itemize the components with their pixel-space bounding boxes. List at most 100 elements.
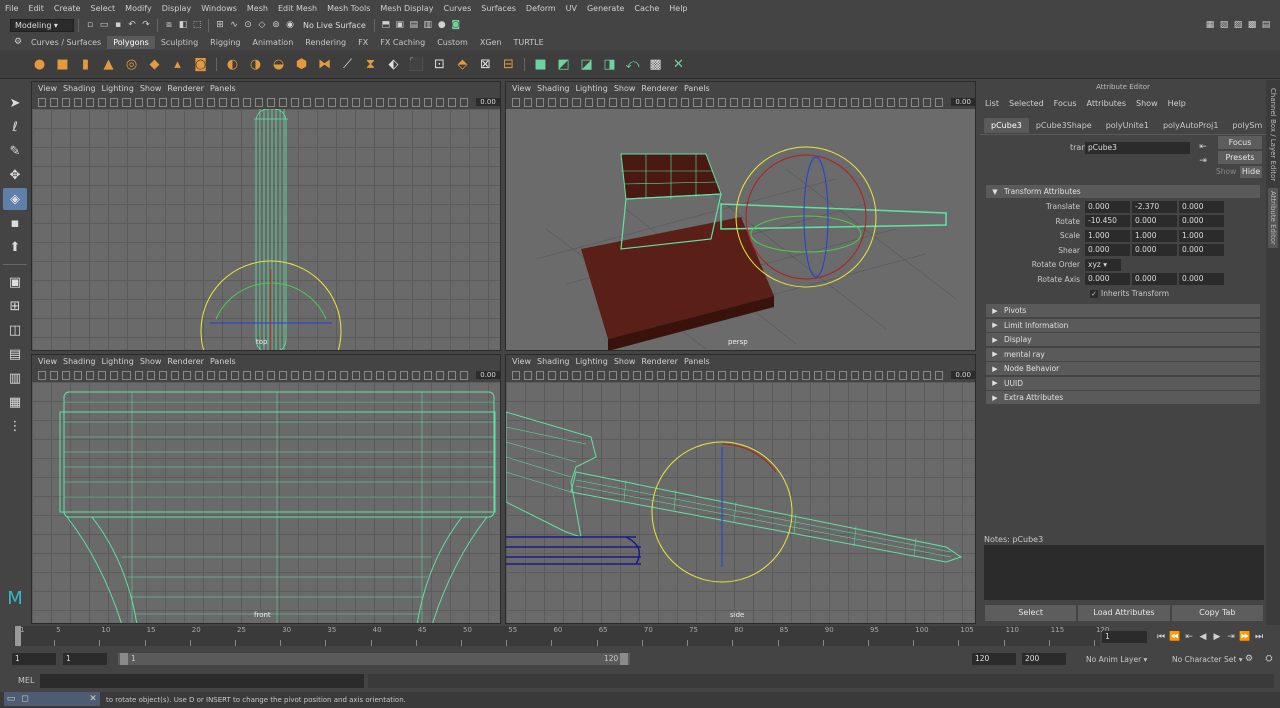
graph-layout-icon[interactable]: ▥ <box>3 367 27 389</box>
auto-map-icon[interactable]: ◨ <box>600 55 619 74</box>
spherical-map-icon[interactable]: ◪ <box>577 55 596 74</box>
section-node-behavior[interactable]: ▶ Node Behavior <box>986 362 1260 375</box>
select-hierarchy-icon[interactable]: ⧈ <box>163 19 175 31</box>
section-uuid[interactable]: ▶ UUID <box>986 376 1260 390</box>
shelf-tab-fx[interactable]: FX <box>352 36 374 49</box>
mode-dropdown[interactable]: Modeling ▾ <box>10 18 74 32</box>
channel-box-tab[interactable]: Channel Box / Layer Editor <box>1269 88 1277 181</box>
viewport-menu-panels[interactable]: Panels <box>684 357 710 366</box>
section-transform-attributes[interactable]: ▼ Transform Attributes <box>986 185 1260 198</box>
playback-start-field[interactable]: 1 <box>63 653 107 665</box>
select-object-icon[interactable]: ◧ <box>177 19 189 31</box>
ae-menu-focus[interactable]: Focus <box>1054 99 1077 108</box>
snap-curve-icon[interactable]: ∿ <box>228 19 240 31</box>
toggle-panel-icon-2[interactable]: ▧ <box>1218 19 1230 31</box>
menu-select[interactable]: Select <box>90 4 115 13</box>
shelf-tab-animation[interactable]: Animation <box>246 36 299 49</box>
viewport-menu-renderer[interactable]: Renderer <box>641 357 678 366</box>
rotate-axis-x-field[interactable]: 0.000 <box>1085 273 1130 286</box>
scale-y-field[interactable]: 1.000 <box>1132 229 1177 242</box>
menu-file[interactable]: File <box>5 4 18 13</box>
redo-icon[interactable]: ↷ <box>140 19 152 31</box>
menu-mesh-display[interactable]: Mesh Display <box>380 4 433 13</box>
more-layouts-icon[interactable]: ⋮ <box>3 415 27 437</box>
poly-cube-icon[interactable]: ■ <box>53 55 72 74</box>
viewport-menu-view[interactable]: View <box>512 84 531 93</box>
rotate-tool-icon[interactable]: ◈ <box>3 188 27 210</box>
render-view-icon[interactable]: ◙ <box>450 19 462 31</box>
poly-pyramid-icon[interactable]: ▴ <box>168 55 187 74</box>
minimized-window[interactable]: ▭ ◻ ✕ <box>4 692 100 706</box>
go-to-output-icon[interactable]: ⇥ <box>1197 155 1209 167</box>
viewport-menu-view[interactable]: View <box>512 357 531 366</box>
shelf-settings-icon[interactable]: ⚙ <box>12 36 24 48</box>
shelf-tab-fx-caching[interactable]: FX Caching <box>374 36 431 49</box>
scale-z-field[interactable]: 1.000 <box>1179 229 1224 242</box>
uv-unfold-icon[interactable]: ✕ <box>669 55 688 74</box>
combine-icon[interactable]: ◐ <box>223 55 242 74</box>
uv-editor-icon[interactable]: ⤺ <box>623 55 642 74</box>
notes-textarea[interactable] <box>984 545 1264 600</box>
viewport-top[interactable]: View Shading Lighting Show Renderer Panels 0.… <box>31 81 501 351</box>
toggle-panel-icon-3[interactable]: ▨ <box>1232 19 1244 31</box>
section-extra-attributes[interactable]: ▶ Extra Attributes <box>986 391 1260 404</box>
animation-start-field[interactable]: 1 <box>12 653 56 665</box>
poly-cylinder-icon[interactable]: ▮ <box>76 55 95 74</box>
separate-icon[interactable]: ◑ <box>246 55 265 74</box>
translate-x-field[interactable]: 0.000 <box>1085 200 1130 213</box>
ae-tab-pcube3shape[interactable]: pCube3Shape <box>1029 118 1099 133</box>
shelf-tab-custom[interactable]: Custom <box>431 36 474 49</box>
shear-x-field[interactable]: 0.000 <box>1085 244 1130 257</box>
rotate-axis-z-field[interactable]: 0.000 <box>1179 273 1224 286</box>
toggle-panel-icon-5[interactable]: ▤ <box>1260 19 1272 31</box>
viewport-menu-show[interactable]: Show <box>140 84 162 93</box>
viewport-menu-shading[interactable]: Shading <box>537 84 570 93</box>
poly-torus-icon[interactable]: ◎ <box>122 55 141 74</box>
copy-tab-button[interactable]: Copy Tab <box>1171 605 1263 621</box>
ae-tab-polyunite1[interactable]: polyUnite1 <box>1099 118 1156 133</box>
viewport-menu-shading[interactable]: Shading <box>63 84 96 93</box>
viewport-menu-lighting[interactable]: Lighting <box>575 357 607 366</box>
close-window-icon[interactable]: ✕ <box>87 693 99 705</box>
viewport-persp-zoom[interactable]: 0.00 <box>951 98 975 106</box>
range-start-handle[interactable] <box>120 653 128 665</box>
viewport-menu-panels[interactable]: Panels <box>684 84 710 93</box>
viewport-menu-lighting[interactable]: Lighting <box>575 84 607 93</box>
menu-curves[interactable]: Curves <box>443 4 471 13</box>
snap-surface-icon[interactable]: ⊚ <box>270 19 282 31</box>
viewport-persp[interactable]: View Shading Lighting Show Renderer Panels 0.… <box>505 81 976 351</box>
section-pivots[interactable]: ▶ Pivots <box>986 304 1260 317</box>
viewport-menu-renderer[interactable]: Renderer <box>641 84 678 93</box>
viewport-front-zoom[interactable]: 0.00 <box>476 371 500 379</box>
rotate-axis-y-field[interactable]: 0.000 <box>1132 273 1177 286</box>
shelf-tab-rigging[interactable]: Rigging <box>204 36 246 49</box>
inherits-transform-checkbox[interactable]: ✓ <box>1090 289 1098 298</box>
viewport-menu-panels[interactable]: Panels <box>210 84 236 93</box>
load-attributes-button[interactable]: Load Attributes <box>1078 605 1170 621</box>
auto-key-icon[interactable]: ⚙ <box>1243 653 1255 665</box>
mirror-icon[interactable]: ⧓ <box>315 55 334 74</box>
viewport-menu-view[interactable]: View <box>38 84 57 93</box>
current-time-marker[interactable] <box>15 626 21 646</box>
viewport-menu-shading[interactable]: Shading <box>63 357 96 366</box>
lasso-tool-icon[interactable]: ℓ <box>3 116 27 138</box>
viewport-top-zoom[interactable]: 0.00 <box>476 98 500 106</box>
toggle-panel-icon-4[interactable]: ▩ <box>1246 19 1258 31</box>
smooth-icon[interactable]: ◒ <box>269 55 288 74</box>
rotate-y-field[interactable]: 0.000 <box>1132 215 1177 228</box>
viewport-menu-lighting[interactable]: Lighting <box>101 357 133 366</box>
menu-uv[interactable]: UV <box>566 4 577 13</box>
viewport-side-zoom[interactable]: 0.00 <box>951 371 975 379</box>
viewport-menu-show[interactable]: Show <box>614 357 636 366</box>
focus-button[interactable]: Focus <box>1218 136 1262 149</box>
menu-surfaces[interactable]: Surfaces <box>481 4 516 13</box>
select-component-icon[interactable]: ⬚ <box>191 19 203 31</box>
viewport-front[interactable]: View Shading Lighting Show Renderer Panels 0.… <box>31 354 501 624</box>
shelf-tab-turtle[interactable]: TURTLE <box>508 36 550 49</box>
ae-menu-show[interactable]: Show <box>1136 99 1158 108</box>
shelf-tab-sculpting[interactable]: Sculpting <box>155 36 204 49</box>
scale-tool-icon[interactable]: ▪ <box>3 212 27 234</box>
ae-menu-list[interactable]: List <box>985 99 999 108</box>
section-display[interactable]: ▶ Display <box>986 333 1260 346</box>
new-scene-icon[interactable]: ▫ <box>84 19 96 31</box>
